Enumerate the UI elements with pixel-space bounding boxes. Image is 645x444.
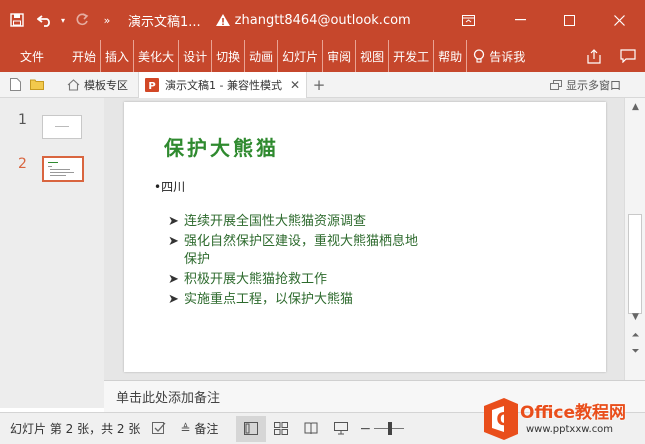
tab-animations[interactable]: 动画 <box>244 40 277 72</box>
undo-dropdown-icon[interactable]: ▾ <box>56 0 70 40</box>
slide-sorter-view-button[interactable] <box>266 416 296 442</box>
minimize-icon[interactable] <box>497 0 543 40</box>
tab-file[interactable]: 文件 <box>0 40 58 72</box>
previous-slide-icon[interactable]: ⏶ <box>625 328 645 342</box>
scrollbar-thumb[interactable] <box>628 214 642 314</box>
bullet-item[interactable]: ➤ 连续开展全国性大熊猫资源调查 <box>168 210 366 229</box>
slide-editing-area: 保护大熊猫 •四川 ➤ 连续开展全国性大熊猫资源调查 ➤ 强化自然保护区建设，重视大… <box>104 98 624 380</box>
bullet-level1[interactable]: •四川 <box>154 178 185 195</box>
thumbnail-number: 2 <box>18 156 27 172</box>
watermark-brand: Office教程网 <box>520 403 627 423</box>
slide-canvas[interactable]: 保护大熊猫 •四川 ➤ 连续开展全国性大熊猫资源调查 ➤ 强化自然保护区建设，重视大… <box>124 102 606 372</box>
close-tab-icon[interactable]: ✕ <box>290 78 300 92</box>
tab-home[interactable]: 开始 <box>58 40 100 72</box>
scroll-up-icon[interactable]: ▲ <box>625 100 645 114</box>
tab-review[interactable]: 审阅 <box>322 40 355 72</box>
site-watermark: O Office教程网 www.pptxxw.com <box>478 394 645 444</box>
multi-window-label: 显示多窗口 <box>566 79 621 92</box>
tab-transitions[interactable]: 切换 <box>211 40 244 72</box>
thumbnail-number: 1 <box>18 112 27 128</box>
slideshow-view-button[interactable] <box>326 416 356 442</box>
new-tab-icon[interactable]: + <box>307 76 331 94</box>
tab-insert[interactable]: 插入 <box>100 40 133 72</box>
ribbon-display-options-icon[interactable] <box>445 0 491 40</box>
bullet-text: 连续开展全国性大熊猫资源调查 <box>184 214 367 229</box>
ribbon-tabs: 文件 开始 插入 美化大 设计 切换 动画 幻灯片 审阅 视图 开发工 帮助 告… <box>0 40 645 72</box>
close-icon[interactable] <box>596 0 642 40</box>
windows-icon <box>550 79 562 90</box>
svg-text:P: P <box>148 81 155 92</box>
slide-thumbnail-1[interactable] <box>42 115 82 139</box>
reading-view-button[interactable] <box>296 416 326 442</box>
arrow-bullet-icon: ➤ <box>168 234 179 249</box>
tell-me-search[interactable]: 告诉我 <box>466 40 529 72</box>
tab-design[interactable]: 设计 <box>178 40 211 72</box>
maximize-icon[interactable] <box>546 0 592 40</box>
watermark-url: www.pptxxw.com <box>526 424 614 435</box>
tab-view[interactable]: 视图 <box>355 40 388 72</box>
notes-placeholder: 单击此处添加备注 <box>116 391 221 406</box>
redo-icon[interactable] <box>70 0 94 40</box>
bullet-item[interactable]: ➤ 积极开展大熊猫抢救工作 <box>168 268 327 287</box>
vertical-scrollbar[interactable]: ▲ ▼ ⏶ ⏷ <box>624 98 645 380</box>
document-title: 演示文稿1... <box>128 14 201 30</box>
bullet-continuation[interactable]: 保护 <box>184 248 210 267</box>
watermark-letter: O <box>496 409 511 430</box>
template-tab[interactable]: 模板专区 <box>84 77 128 93</box>
bullet-text: 实施重点工程，以保护大熊猫 <box>184 292 354 307</box>
zoom-slider-handle[interactable] <box>388 421 393 435</box>
home-icon[interactable] <box>62 72 84 98</box>
tab-beautify[interactable]: 美化大 <box>133 40 178 72</box>
slide-thumbnails-pane: 1 2 <box>0 98 104 408</box>
slide-title[interactable]: 保护大熊猫 <box>164 132 279 161</box>
folder-icon[interactable] <box>26 72 48 98</box>
tab-help[interactable]: 帮助 <box>433 40 466 72</box>
notes-toggle-button[interactable]: ≜ 备注 <box>180 413 218 444</box>
warning-icon <box>215 14 230 26</box>
arrow-bullet-icon: ➤ <box>168 272 179 287</box>
arrow-bullet-icon: ➤ <box>168 214 179 229</box>
zoom-out-icon[interactable]: − <box>356 413 374 444</box>
document-tab-bar: 模板专区 P 演示文稿1 - 兼容性模式 ✕ + 显示多窗口 <box>0 71 645 98</box>
document-tab-label: 演示文稿1 - 兼容性模式 <box>165 78 282 92</box>
account-area[interactable]: zhangtt8464@outlook.com <box>215 13 411 28</box>
next-slide-icon[interactable]: ⏷ <box>625 344 645 358</box>
bullet-text: 积极开展大熊猫抢救工作 <box>184 272 328 287</box>
tab-developer[interactable]: 开发工 <box>388 40 433 72</box>
save-icon[interactable] <box>0 0 34 40</box>
normal-view-button[interactable] <box>236 415 267 442</box>
zoom-slider[interactable] <box>374 413 405 444</box>
slide-thumbnail-2[interactable] <box>42 156 84 182</box>
spelling-check-icon[interactable] <box>144 413 174 444</box>
share-icon[interactable] <box>577 40 611 72</box>
powerpoint-icon: P <box>145 77 159 92</box>
bullet-item[interactable]: ➤ 实施重点工程，以保护大熊猫 <box>168 288 353 307</box>
account-email: zhangtt8464@outlook.com <box>234 12 411 28</box>
comments-icon[interactable] <box>611 40 645 72</box>
scroll-down-icon[interactable]: ▼ <box>625 310 645 324</box>
arrow-bullet-icon: ➤ <box>168 292 179 307</box>
tell-me-label: 告诉我 <box>489 49 526 64</box>
tab-slideshow[interactable]: 幻灯片 <box>277 40 322 72</box>
notes-toggle-label: 备注 <box>194 422 219 436</box>
bullet-item[interactable]: ➤ 强化自然保护区建设，重视大熊猫栖息地 <box>168 230 418 249</box>
ribbon-right-actions <box>577 40 645 72</box>
lightbulb-icon <box>474 48 485 63</box>
multi-window-button[interactable]: 显示多窗口 <box>550 72 621 98</box>
new-document-icon[interactable] <box>4 72 26 98</box>
undo-icon[interactable] <box>34 0 56 40</box>
title-bar: ▾ » 演示文稿1... zhangtt8464@outlook.com <box>0 0 645 40</box>
active-document-tab[interactable]: P 演示文稿1 - 兼容性模式 ✕ <box>138 71 308 98</box>
bullet-text: 强化自然保护区建设，重视大熊猫栖息地 <box>184 234 419 249</box>
slide-counter: 幻灯片 第 2 张，共 2 张 <box>10 422 141 436</box>
more-commands-icon[interactable]: » <box>94 0 120 40</box>
